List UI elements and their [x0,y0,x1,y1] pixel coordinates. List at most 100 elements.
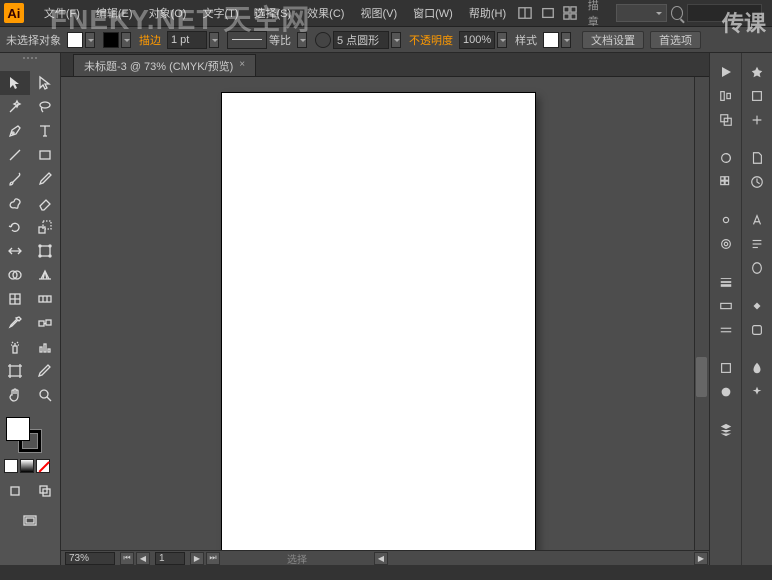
type-tool[interactable] [30,119,60,143]
blob-brush-tool[interactable] [0,191,30,215]
pencil-tool[interactable] [30,167,60,191]
color-mode-solid[interactable] [4,459,18,473]
zoom-tool[interactable] [30,383,60,407]
fill-proxy[interactable] [6,417,30,441]
symbol-sprayer-tool[interactable] [0,335,30,359]
draw-mode-behind[interactable] [30,479,60,503]
menu-view[interactable]: 视图(V) [352,5,405,21]
menu-file[interactable]: 文件(F) [36,5,88,21]
panel-grip-icon[interactable] [0,57,60,67]
close-tab-icon[interactable]: × [239,59,249,69]
paragraph-panel-icon[interactable] [744,233,771,255]
workspace-switcher[interactable] [616,4,667,22]
appearance-panel-icon[interactable] [712,357,739,379]
rectangle-tool[interactable] [30,143,60,167]
draw-mode-normal[interactable] [0,479,30,503]
stroke-profile-dropdown[interactable] [297,32,307,48]
brush-definition[interactable]: 5 点圆形 [333,31,389,49]
vertical-scrollbar[interactable] [694,77,709,550]
scroll-left-button[interactable]: ◀ [374,552,388,565]
gradient-tool[interactable] [30,287,60,311]
search-input[interactable] [687,4,762,22]
brush-dropdown[interactable] [391,32,401,48]
hand-tool[interactable] [0,383,30,407]
links-panel-icon[interactable] [744,295,771,317]
character-panel-icon[interactable] [744,209,771,231]
gradient-panel-icon[interactable] [712,295,739,317]
stroke-panel-link[interactable]: 描边 [139,32,161,48]
pathfinder-panel-icon[interactable] [712,109,739,131]
stroke-swatch[interactable] [103,32,119,48]
menu-select[interactable]: 选择(S) [247,5,300,21]
pen-tool[interactable] [0,119,30,143]
free-transform-tool[interactable] [30,239,60,263]
artboard-nav-input[interactable]: 1 [155,552,185,565]
artboard-tool[interactable] [0,359,30,383]
artboards-panel-icon[interactable] [744,85,771,107]
brushes-panel-icon[interactable] [712,209,739,231]
canvas-viewport[interactable] [61,77,709,550]
menu-edit[interactable]: 编辑(E) [88,5,141,21]
menu-type[interactable]: 文字(T) [194,5,246,21]
artboard[interactable] [222,93,535,550]
symbols-panel-icon[interactable] [712,233,739,255]
color-mode-none[interactable] [36,459,50,473]
layout-grid-icon[interactable] [561,3,580,23]
scroll-right-button[interactable]: ▶ [694,552,708,565]
mesh-tool[interactable] [0,287,30,311]
last-artboard-button[interactable]: ⏭ [206,552,220,565]
shape-builder-tool[interactable] [0,263,30,287]
prev-artboard-button[interactable]: ◀ [136,552,150,565]
color-panel-icon[interactable] [712,147,739,169]
menu-object[interactable]: 对象(O) [141,5,195,21]
lasso-tool[interactable] [30,95,60,119]
column-graph-tool[interactable] [30,335,60,359]
stroke-dropdown[interactable] [121,32,131,48]
opacity-dropdown[interactable] [497,32,507,48]
actions-panel-icon[interactable] [744,171,771,193]
menu-window[interactable]: 窗口(W) [405,5,461,21]
stroke-weight-dropdown[interactable] [209,32,219,48]
blend-tool[interactable] [30,311,60,335]
opacity-panel-link[interactable]: 不透明度 [409,32,453,48]
swatches-panel-icon[interactable] [712,171,739,193]
preferences-button[interactable]: 首选项 [650,31,701,49]
graphic-style-swatch[interactable] [543,32,559,48]
navigator-panel-icon[interactable] [744,357,771,379]
align-panel-icon[interactable] [712,85,739,107]
transparency-panel-icon[interactable] [712,319,739,341]
screen-mode-icon[interactable] [539,3,558,23]
scale-tool[interactable] [30,215,60,239]
graphic-styles-panel-icon[interactable] [712,381,739,403]
perspective-grid-tool[interactable] [30,263,60,287]
opentype-panel-icon[interactable] [744,257,771,279]
direct-selection-tool[interactable] [30,71,60,95]
graphic-style-dropdown[interactable] [561,32,571,48]
arrange-documents-icon[interactable] [516,3,535,23]
transform-panel-icon[interactable] [744,109,771,131]
color-mode-gradient[interactable] [20,459,34,473]
info-panel-icon[interactable] [744,381,771,403]
play-icon[interactable] [712,61,739,83]
fill-dropdown[interactable] [85,32,95,48]
stroke-profile-preview[interactable] [227,31,267,49]
document-tab[interactable]: 未标题-3 @ 73% (CMYK/预览) × [73,54,256,76]
menu-help[interactable]: 帮助(H) [461,5,514,21]
layers-panel-icon[interactable] [712,419,739,441]
opacity-input[interactable]: 100% [459,31,495,49]
zoom-level-input[interactable]: 73% [65,552,115,565]
color-proxy[interactable] [0,413,60,457]
first-artboard-button[interactable]: ⏮ [120,552,134,565]
width-tool[interactable] [0,239,30,263]
slice-tool[interactable] [30,359,60,383]
attributes-panel-icon[interactable] [744,319,771,341]
scroll-thumb[interactable] [696,357,707,397]
magic-wand-tool[interactable] [0,95,30,119]
line-segment-tool[interactable] [0,143,30,167]
eraser-tool[interactable] [30,191,60,215]
paintbrush-tool[interactable] [0,167,30,191]
stroke-weight-input[interactable]: 1 pt [167,31,207,49]
rotate-tool[interactable] [0,215,30,239]
libraries-panel-icon[interactable] [744,61,771,83]
fill-swatch[interactable] [67,32,83,48]
